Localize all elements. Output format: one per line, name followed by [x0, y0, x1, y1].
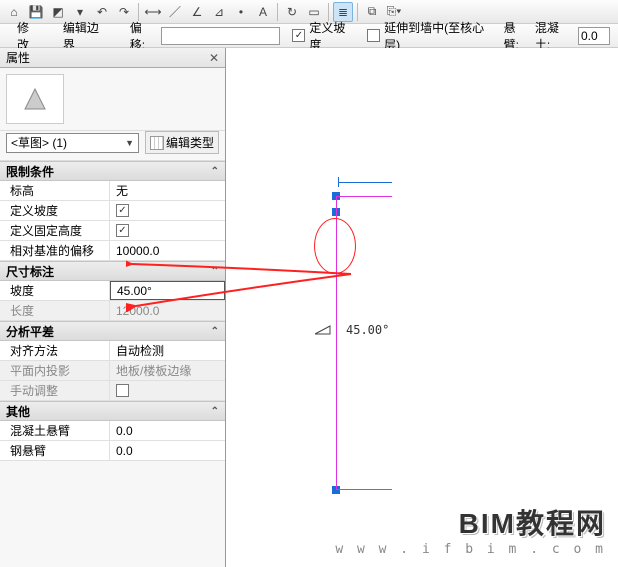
- watermark: BIM教程网 w w w . i f b i m . c o m: [335, 502, 606, 557]
- dimension-text[interactable]: 9800.0: [338, 166, 392, 180]
- line-icon[interactable]: ／: [165, 2, 185, 22]
- drawing-canvas[interactable]: 9800.0 45.00° BIM教程网 w w w . i f b i m .…: [226, 48, 618, 567]
- slope-value[interactable]: 45.00°: [346, 323, 389, 337]
- watermark-title: BIM教程网: [335, 502, 606, 542]
- measure-icon[interactable]: ⊿: [209, 2, 229, 22]
- extend-wall-checkbox[interactable]: [367, 29, 380, 42]
- dimension-line[interactable]: [338, 182, 392, 183]
- text-icon[interactable]: A: [253, 2, 273, 22]
- separator: [277, 3, 278, 21]
- material-value-input[interactable]: [578, 27, 610, 45]
- watermark-url: w w w . i f b i m . c o m: [335, 542, 606, 557]
- dot-icon[interactable]: •: [231, 2, 251, 22]
- window-icon[interactable]: ⧉: [362, 2, 382, 22]
- options-bar: 修改 编辑边界 偏移: 定义坡度 延伸到墙中(至核心层) 悬臂: 混凝土:: [0, 24, 618, 48]
- angle-icon[interactable]: ∠: [187, 2, 207, 22]
- offset-input[interactable]: [161, 27, 280, 45]
- slope-indicator-icon: [315, 324, 331, 334]
- annotation-ellipse: [314, 218, 356, 274]
- refresh-icon[interactable]: ↻: [282, 2, 302, 22]
- define-slope-checkbox[interactable]: [292, 29, 305, 42]
